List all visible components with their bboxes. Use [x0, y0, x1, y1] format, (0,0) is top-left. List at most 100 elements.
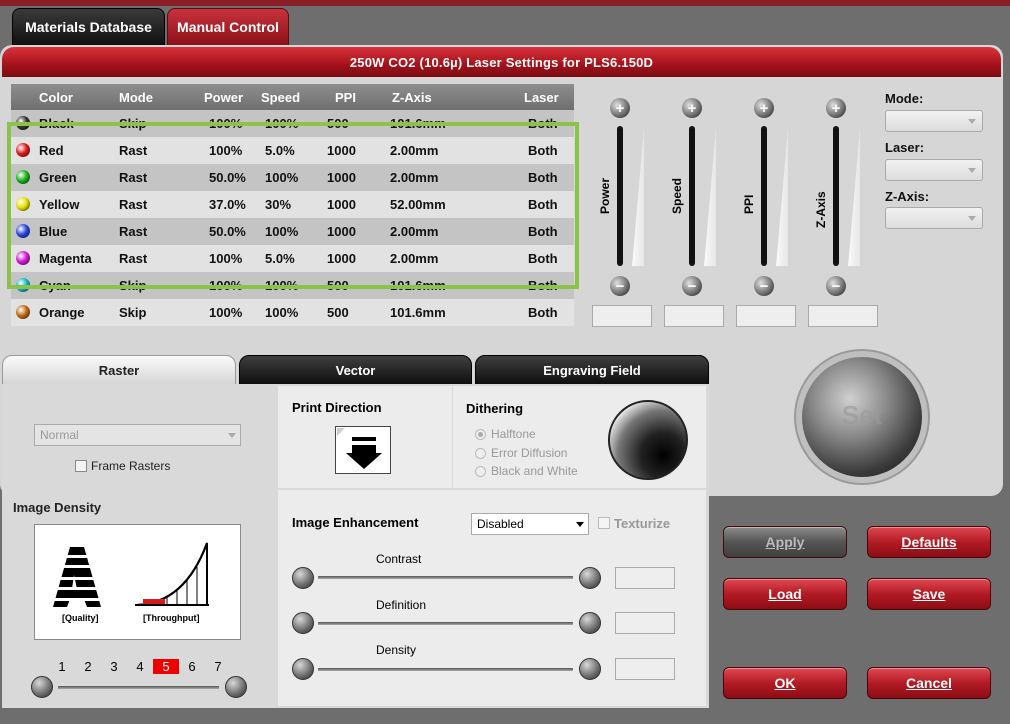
density-preview: [Quality] [Throughput]: [34, 524, 241, 640]
density-number-row: 1234567: [49, 658, 231, 676]
definition-slider-track[interactable]: [318, 622, 573, 625]
color-swatch-icon: [16, 305, 30, 319]
tab-engraving-field[interactable]: Engraving Field: [475, 355, 709, 385]
apply-button[interactable]: Apply: [723, 526, 847, 558]
contrast-slider-track[interactable]: [318, 576, 573, 579]
plus-icon[interactable]: +: [610, 98, 630, 118]
slider-track-speed[interactable]: [689, 126, 695, 266]
slider-value-box[interactable]: [808, 305, 878, 327]
minus-icon[interactable]: −: [754, 276, 774, 296]
texturize-label: Texturize: [614, 516, 671, 531]
defaults-button[interactable]: Defaults: [867, 526, 991, 558]
halftone-preview-icon: [608, 400, 688, 480]
cell-ppi: 500: [327, 305, 349, 320]
contrast-right-knob[interactable]: [579, 567, 601, 589]
plus-icon[interactable]: +: [754, 98, 774, 118]
tab-vector[interactable]: Vector: [239, 355, 472, 385]
cancel-button[interactable]: Cancel: [867, 667, 991, 699]
density-enh-right-knob[interactable]: [579, 658, 601, 680]
dithering-title: Dithering: [466, 401, 524, 416]
load-button[interactable]: Load: [723, 578, 847, 610]
density-enh-left-knob[interactable]: [292, 658, 314, 680]
tab-raster[interactable]: Raster: [2, 355, 236, 385]
slider-track-power[interactable]: [617, 126, 623, 266]
mode-select[interactable]: [885, 110, 983, 132]
col-zaxis: Z-Axis: [392, 89, 432, 105]
table-row[interactable]: Orange Skip 100% 100% 500 101.6mm Both: [11, 299, 574, 326]
set-button-label: Set: [841, 400, 883, 430]
dither-option-halftone[interactable]: Halftone: [475, 427, 585, 441]
density-level[interactable]: 5: [153, 659, 179, 674]
col-ppi: PPI: [335, 89, 356, 105]
density-level[interactable]: 2: [75, 659, 101, 674]
panel-header-title: 250W CO2 (10.6µ) Laser Settings for PLS6…: [2, 47, 1001, 77]
slider-track-ppi[interactable]: [761, 126, 767, 266]
density-left-knob[interactable]: [31, 676, 53, 698]
col-mode: Mode: [119, 89, 153, 105]
frame-rasters-label: Frame Rasters: [91, 459, 171, 473]
slider-track-z-axis[interactable]: [833, 126, 839, 266]
chevron-down-icon: [228, 433, 236, 438]
definition-right-knob[interactable]: [579, 612, 601, 634]
texturize-checkbox[interactable]: [598, 517, 610, 529]
density-level[interactable]: 7: [205, 659, 231, 674]
zaxis-select[interactable]: [885, 207, 983, 229]
ok-button[interactable]: OK: [723, 667, 847, 699]
col-color: Color: [39, 89, 73, 105]
definition-left-knob[interactable]: [292, 612, 314, 634]
density-enh-slider-track[interactable]: [318, 668, 573, 671]
density-enh-value-box[interactable]: [615, 658, 675, 680]
top-strip: [0, 0, 1010, 6]
density-level[interactable]: 1: [49, 659, 75, 674]
raster-mode-value: Normal: [40, 428, 79, 442]
tab-manual-control[interactable]: Manual Control: [167, 8, 289, 46]
contrast-label: Contrast: [376, 552, 422, 566]
contrast-left-knob[interactable]: [292, 567, 314, 589]
cell-zaxis: 101.6mm: [390, 305, 446, 320]
density-level[interactable]: 3: [101, 659, 127, 674]
frame-rasters-checkbox[interactable]: [75, 460, 87, 472]
minus-icon[interactable]: −: [826, 276, 846, 296]
slider-value-box[interactable]: [592, 305, 652, 327]
dither-option-error-diffusion[interactable]: Error Diffusion: [475, 446, 585, 460]
minus-icon[interactable]: −: [610, 276, 630, 296]
slider-label: Power: [598, 177, 612, 214]
slider-value-box[interactable]: [736, 305, 796, 327]
print-direction-title: Print Direction: [292, 400, 382, 415]
slider-label: Z-Axis: [814, 191, 828, 228]
col-laser: Laser: [524, 89, 559, 105]
cell-color: Orange: [39, 305, 85, 320]
enhancement-value: Disabled: [477, 517, 524, 531]
contrast-value-box[interactable]: [615, 567, 675, 589]
arrow-down-icon: [337, 428, 382, 469]
plus-icon[interactable]: +: [682, 98, 702, 118]
throughput-label: [Throughput]: [143, 613, 200, 623]
chevron-down-icon: [968, 216, 976, 221]
cell-speed: 100%: [265, 305, 299, 320]
print-direction-button[interactable]: [335, 426, 391, 474]
cell-mode: Skip: [119, 305, 147, 320]
chevron-down-icon: [576, 522, 584, 527]
laser-label: Laser:: [885, 140, 925, 155]
tab-materials-database[interactable]: Materials Database: [12, 8, 165, 46]
minus-icon[interactable]: −: [682, 276, 702, 296]
selection-highlight: [7, 122, 579, 289]
density-level[interactable]: 6: [179, 659, 205, 674]
density-label: Density: [376, 643, 417, 657]
save-button[interactable]: Save: [867, 578, 991, 610]
cell-laser: Both: [528, 305, 558, 320]
density-level[interactable]: 4: [127, 659, 153, 674]
laser-select[interactable]: [885, 159, 983, 181]
plus-icon[interactable]: +: [826, 98, 846, 118]
raster-mode-select[interactable]: Normal: [34, 424, 241, 446]
slider-label: Speed: [670, 177, 684, 214]
cell-power: 100%: [209, 305, 243, 320]
slider-value-box[interactable]: [664, 305, 724, 327]
dither-option-black-and-white[interactable]: Black and White: [475, 464, 585, 478]
enhancement-select[interactable]: Disabled: [471, 513, 589, 535]
density-slider-track[interactable]: [58, 686, 219, 689]
enhancement-title: Image Enhancement: [292, 515, 419, 530]
definition-value-box[interactable]: [615, 612, 675, 634]
image-density-title: Image Density: [13, 500, 102, 515]
density-right-knob[interactable]: [225, 676, 247, 698]
